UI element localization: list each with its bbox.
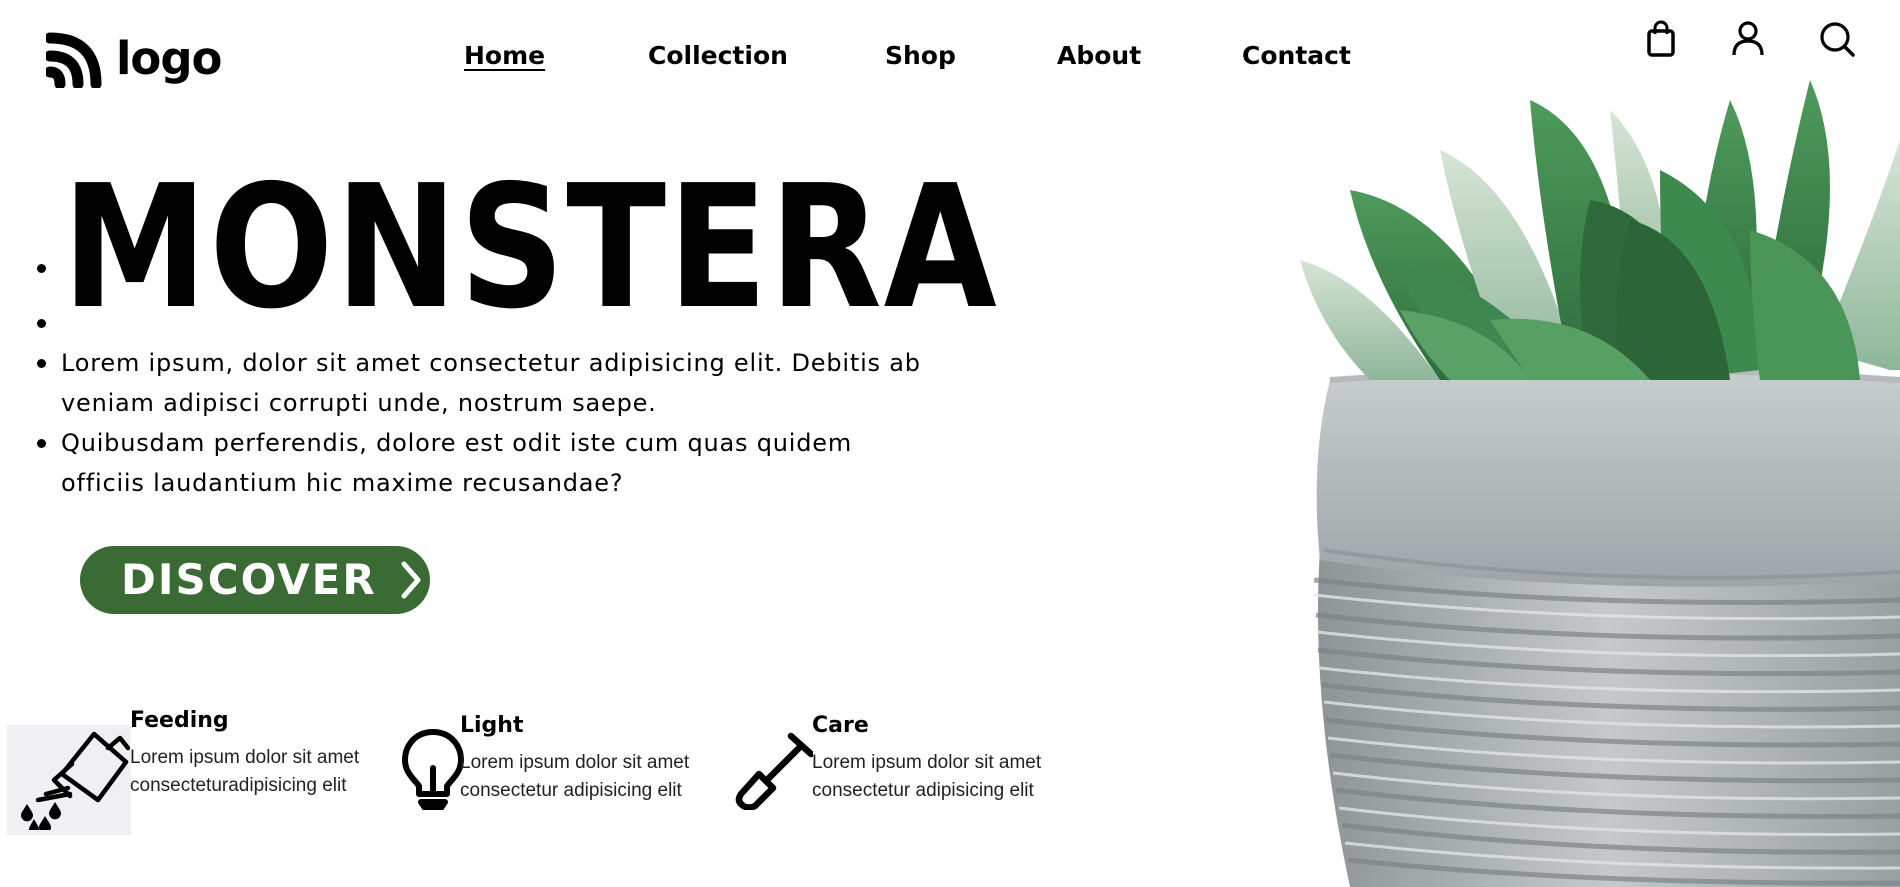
feature-title-feeding: Feeding [130,708,229,733]
nav-home[interactable]: Home [464,38,545,74]
bullet [37,264,46,273]
nav-collection[interactable]: Collection [648,38,788,74]
nav-shop[interactable]: Shop [885,38,956,74]
feature-title-care: Care [812,713,869,738]
bullet [37,319,46,328]
shovel-icon [735,732,813,810]
hero-paragraph-2: Quibusdam perferendis, dolore est odit i… [61,429,853,497]
hero-paragraph-1: Lorem ipsum, dolor sit amet consectetur … [61,349,921,417]
feature-desc-feeding: Lorem ipsum dolor sit amet consecteturad… [130,747,360,796]
logo[interactable]: logo [46,31,222,88]
nav-contact[interactable]: Contact [1242,38,1351,74]
user-icon[interactable] [1727,18,1769,60]
feature-title-light: Light [460,713,524,738]
nav-about[interactable]: About [1057,38,1141,74]
logo-text: logo [116,31,222,85]
watering-can-icon [21,731,130,830]
bullet [37,439,46,448]
search-icon[interactable] [1816,18,1858,60]
discover-button[interactable]: DISCOVER [80,546,430,614]
succulent-pot-image [1300,80,1900,887]
shopping-bag-icon[interactable] [1640,18,1682,60]
chevron-right-icon [401,561,421,599]
bullet [37,359,46,368]
logo-icon [46,32,102,88]
feature-desc-care: Lorem ipsum dolor sit amet consectetur a… [812,752,1042,801]
discover-label: DISCOVER [121,555,377,604]
light-bulb-icon [402,729,464,810]
hero-title: MONSTERA [62,149,999,347]
feature-desc-light: Lorem ipsum dolor sit amet consectetur a… [460,752,690,801]
